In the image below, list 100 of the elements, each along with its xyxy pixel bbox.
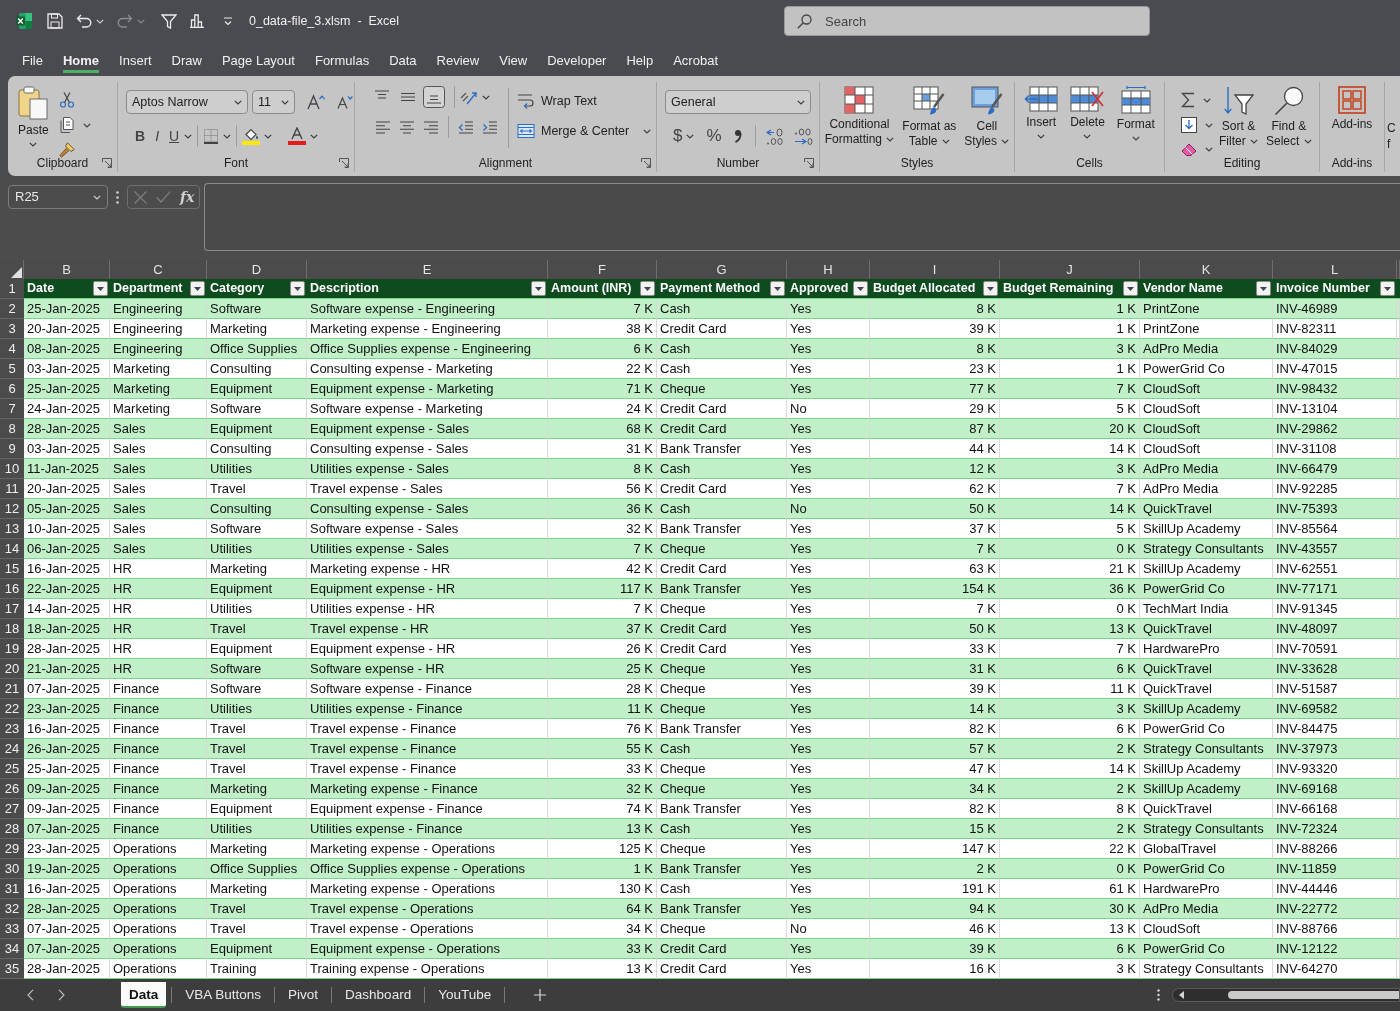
caret-icon[interactable] xyxy=(82,122,91,128)
delete-button[interactable]: Delete xyxy=(1068,86,1107,154)
scissors-icon[interactable] xyxy=(58,92,75,108)
row-number[interactable]: 17 xyxy=(0,599,24,619)
search-field[interactable]: Search xyxy=(784,6,1150,36)
merge-center-button[interactable]: Merge & Center xyxy=(517,120,652,142)
caret-icon[interactable] xyxy=(482,94,490,100)
format-button[interactable]: Format xyxy=(1114,86,1157,154)
number-format-dropdown[interactable]: General xyxy=(665,90,811,114)
row-number[interactable]: 16 xyxy=(0,579,24,599)
row-number[interactable]: 8 xyxy=(0,419,24,439)
eraser-icon[interactable] xyxy=(1181,142,1197,156)
column-header[interactable]: B xyxy=(24,260,110,279)
row-number[interactable]: 9 xyxy=(0,439,24,459)
row-number[interactable]: 35 xyxy=(0,959,24,979)
name-box[interactable]: R25 xyxy=(8,185,108,209)
column-header[interactable]: I xyxy=(870,260,1000,279)
sheet-tab[interactable]: YouTube xyxy=(430,982,500,1008)
column-header[interactable]: C xyxy=(110,260,207,279)
dialog-launcher-icon[interactable] xyxy=(102,158,112,168)
row-number[interactable]: 13 xyxy=(0,519,24,539)
filter-dropdown-icon[interactable] xyxy=(190,281,205,296)
increase-font-size-icon[interactable] xyxy=(307,94,325,110)
wrap-text-button[interactable]: Wrap Text xyxy=(517,90,652,112)
increase-decimal-icon[interactable] xyxy=(764,127,785,145)
column-header[interactable]: J xyxy=(1000,260,1140,279)
caret-icon[interactable] xyxy=(1203,97,1211,103)
column-header[interactable]: G xyxy=(657,260,787,279)
bar-chart-icon[interactable] xyxy=(189,14,205,28)
filter-dropdown-icon[interactable] xyxy=(640,281,655,296)
row-number[interactable]: 23 xyxy=(0,719,24,739)
row-number[interactable]: 18 xyxy=(0,619,24,639)
caret-icon[interactable] xyxy=(223,133,232,139)
row-number[interactable]: 29 xyxy=(0,839,24,859)
horizontal-scrollbar[interactable] xyxy=(1172,988,1400,1002)
percent-button[interactable]: % xyxy=(702,126,726,146)
decrease-decimal-icon[interactable] xyxy=(792,127,813,145)
caret-icon[interactable] xyxy=(281,99,289,105)
row-number[interactable]: 2 xyxy=(0,299,24,319)
ribbon-tab[interactable]: Data xyxy=(389,45,417,73)
filter-dropdown-icon[interactable] xyxy=(290,281,305,296)
row-number[interactable]: 25 xyxy=(0,759,24,779)
font-color-icon[interactable] xyxy=(288,127,307,145)
align-center-icon[interactable] xyxy=(399,120,415,134)
text-orientation-icon[interactable] xyxy=(460,89,478,105)
dialog-launcher-icon[interactable] xyxy=(641,158,651,168)
row-number[interactable]: 26 xyxy=(0,779,24,799)
add-ins-button[interactable]: Add-ins xyxy=(1329,86,1375,154)
ribbon-tab[interactable]: Help xyxy=(626,45,654,73)
ribbon-button[interactable]: C f xyxy=(1385,120,1400,152)
filter-dropdown-icon[interactable] xyxy=(1123,281,1138,296)
sheet-tab[interactable]: VBA Buttons xyxy=(177,982,270,1008)
currency-button[interactable]: $ xyxy=(669,126,687,146)
formula-input[interactable] xyxy=(204,183,1400,251)
filter-dropdown-icon[interactable] xyxy=(853,281,868,296)
row-number[interactable]: 15 xyxy=(0,559,24,579)
sheet-tab[interactable]: Dashboard xyxy=(337,982,420,1008)
format-painter-icon[interactable] xyxy=(58,142,75,158)
filter-dropdown-icon[interactable] xyxy=(93,281,108,296)
insert-function-button[interactable]: fx xyxy=(180,188,195,206)
sheet-tab[interactable]: Pivot xyxy=(280,982,327,1008)
row-number[interactable]: 12 xyxy=(0,499,24,519)
caret-icon[interactable] xyxy=(686,133,695,139)
column-header[interactable]: H xyxy=(787,260,870,279)
ribbon-tab[interactable]: Formulas xyxy=(314,45,370,73)
undo-icon[interactable] xyxy=(76,14,92,28)
align-left-icon[interactable] xyxy=(375,120,391,134)
ribbon-tab[interactable]: View xyxy=(499,45,528,73)
increase-indent-icon[interactable] xyxy=(482,120,498,134)
comma-style-icon[interactable] xyxy=(733,129,742,143)
caret-icon[interactable] xyxy=(264,133,273,139)
find-select-button[interactable]: Find & Select xyxy=(1264,86,1314,154)
row-number[interactable]: 21 xyxy=(0,679,24,699)
caret-icon[interactable] xyxy=(1037,134,1046,139)
next-sheet-icon[interactable] xyxy=(58,989,65,1001)
cell-styles-button[interactable]: Cell Styles xyxy=(962,86,1012,154)
caret-icon[interactable] xyxy=(234,99,242,105)
ribbon-tab[interactable]: Insert xyxy=(119,45,152,73)
column-header[interactable]: F xyxy=(548,260,657,279)
row-number[interactable]: 7 xyxy=(0,399,24,419)
borders-icon[interactable] xyxy=(203,128,220,144)
scrollbar-thumb[interactable] xyxy=(1228,991,1399,999)
save-icon[interactable] xyxy=(47,13,63,29)
caret-icon[interactable] xyxy=(184,133,193,139)
row-number[interactable]: 4 xyxy=(0,339,24,359)
sum-icon[interactable] xyxy=(1181,92,1195,108)
ribbon-tab[interactable]: Review xyxy=(436,45,480,73)
sheet-tab[interactable]: Data xyxy=(121,982,167,1008)
ribbon-tab[interactable]: Page Layout xyxy=(221,45,295,73)
row-number[interactable]: 24 xyxy=(0,739,24,759)
caret-icon[interactable] xyxy=(886,137,895,143)
ribbon-tab[interactable]: File xyxy=(22,45,43,73)
font-name-dropdown[interactable]: Aptos Narrow xyxy=(126,90,248,114)
caret-icon[interactable] xyxy=(29,142,38,147)
column-header[interactable]: L xyxy=(1273,260,1397,279)
copy-icon[interactable] xyxy=(58,117,75,133)
row-number[interactable]: 20 xyxy=(0,659,24,679)
row-number[interactable]: 31 xyxy=(0,879,24,899)
row-number[interactable]: 33 xyxy=(0,919,24,939)
underline-button[interactable]: U xyxy=(164,126,185,146)
